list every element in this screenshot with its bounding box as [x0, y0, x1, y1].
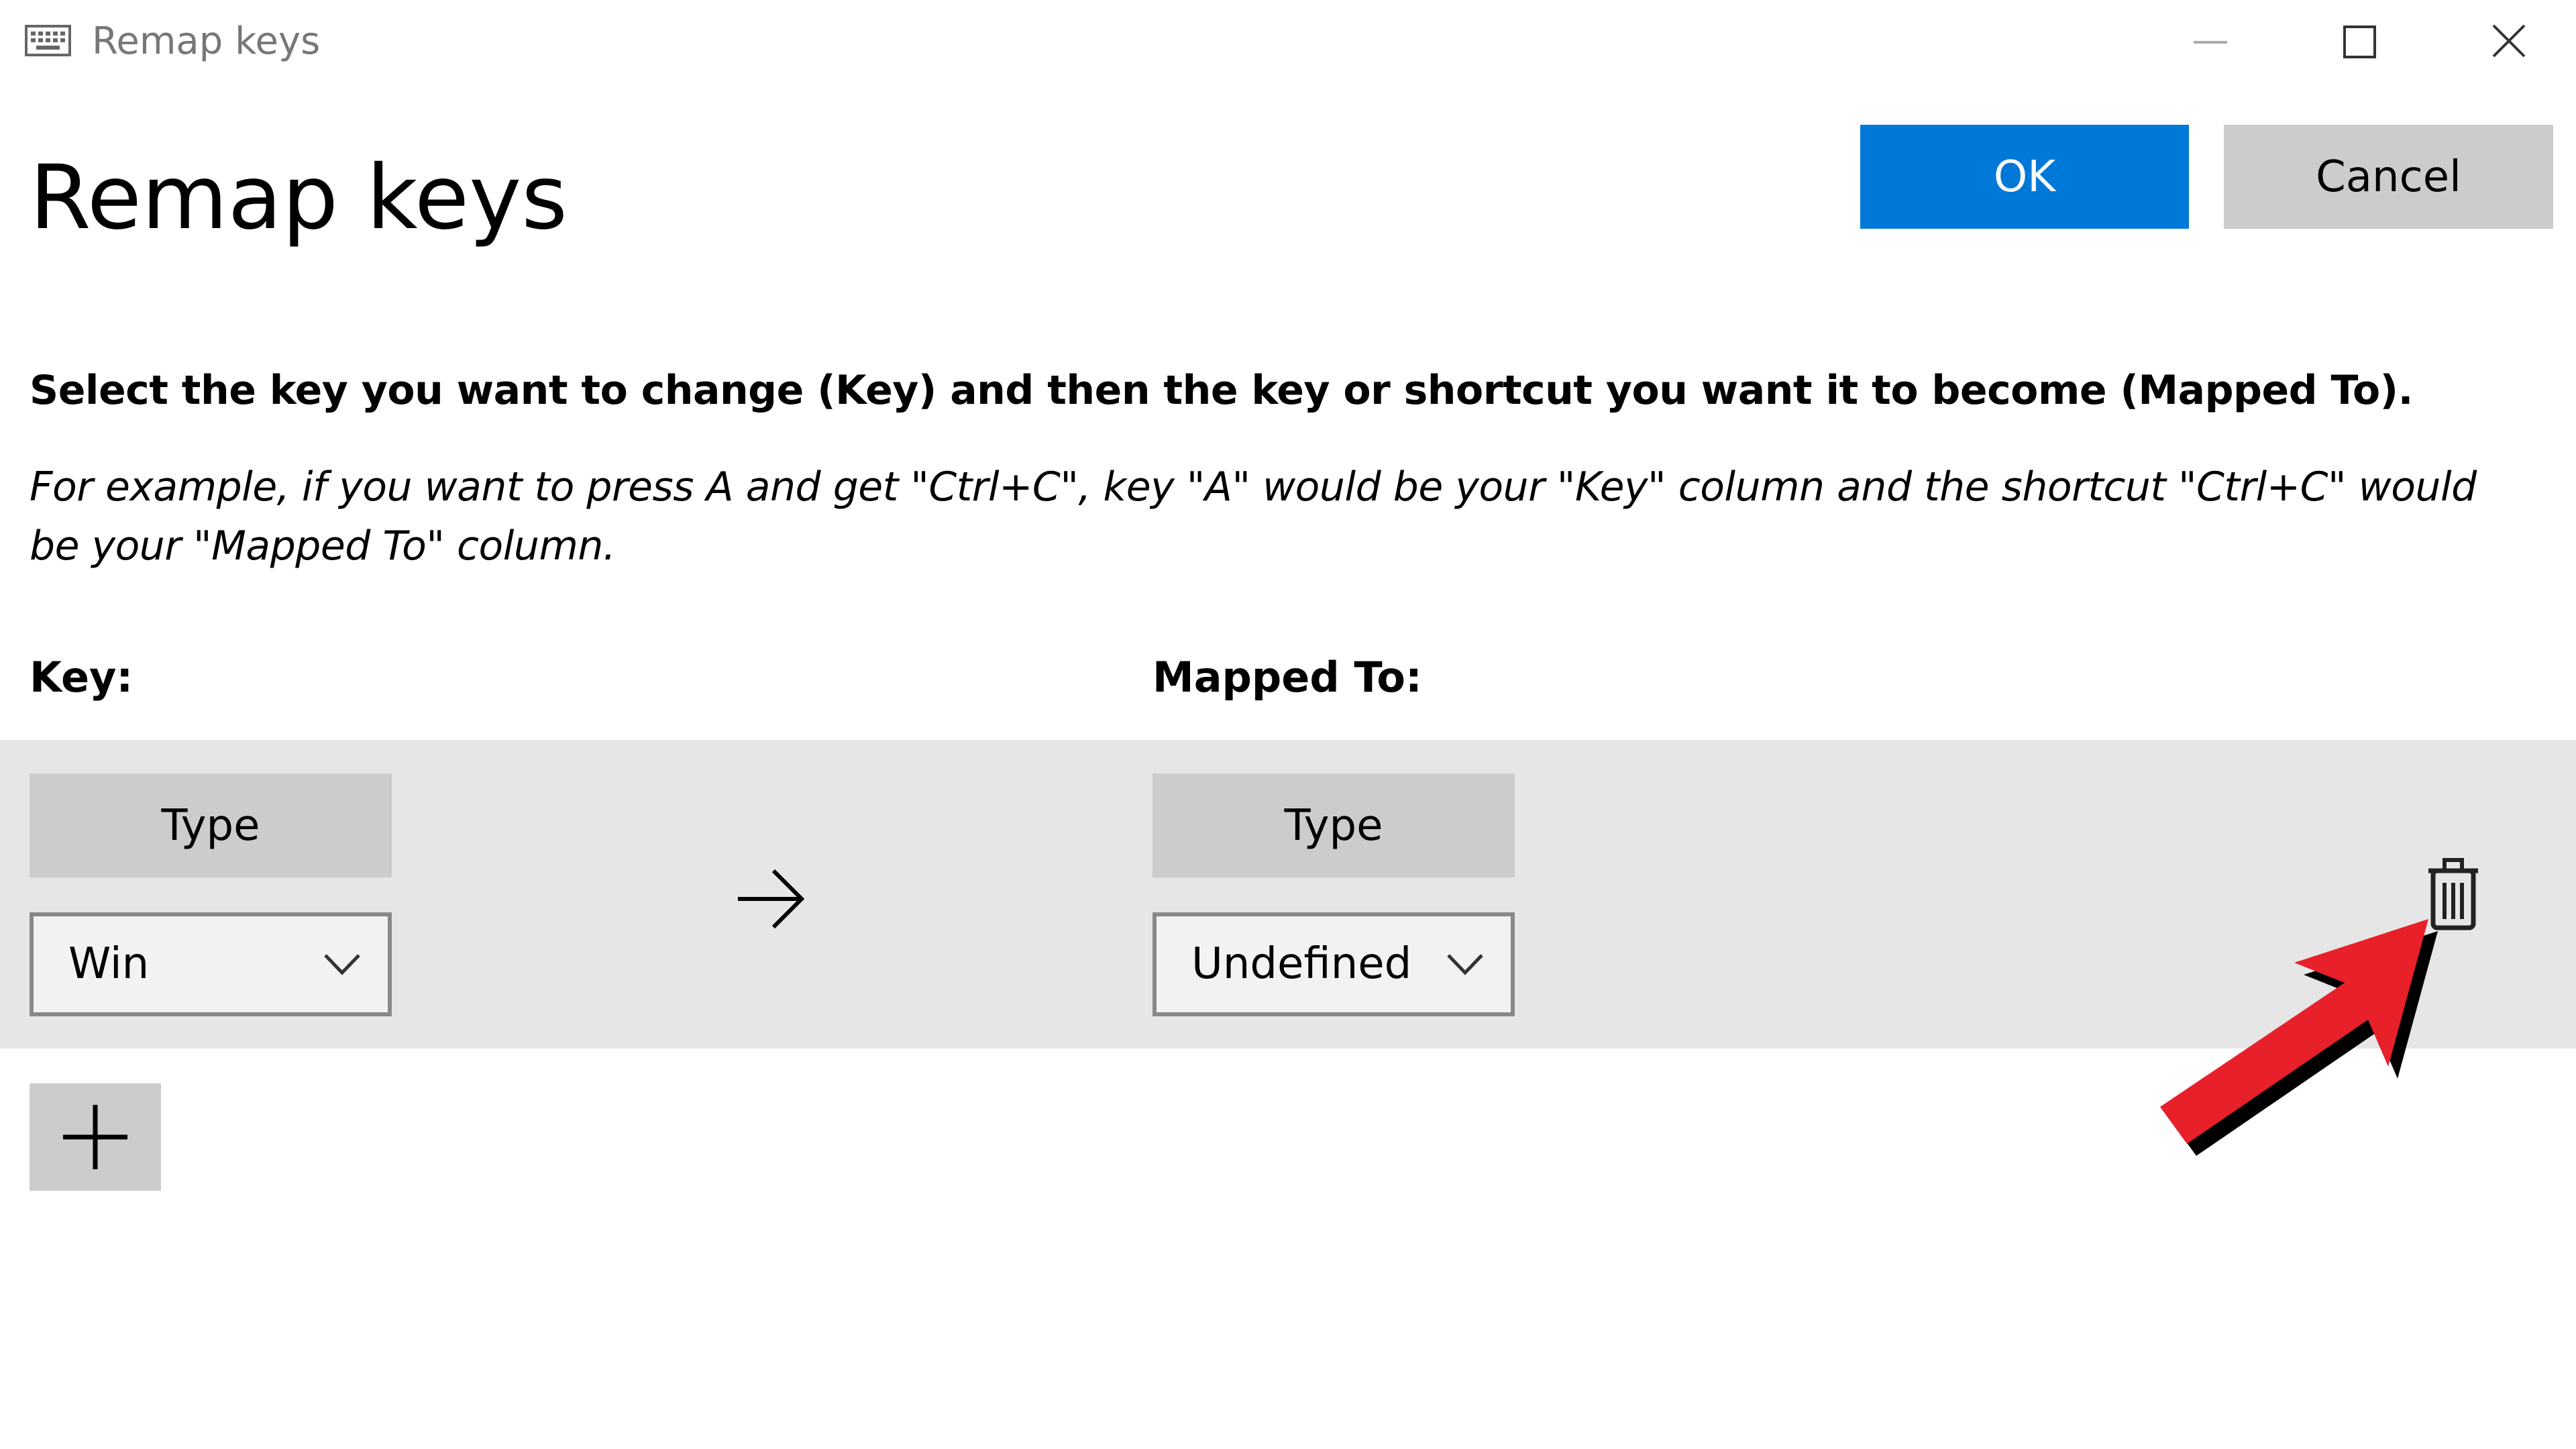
key-column-header: Key: [30, 653, 133, 702]
mapping-row: Type Win Type Undefined [0, 740, 2576, 1049]
instructions-text: Select the key you want to change (Key) … [30, 367, 2413, 414]
example-text: For example, if you want to press A and … [30, 464, 2477, 570]
mapped-type-button[interactable]: Type [1152, 773, 1515, 877]
key-dropdown[interactable]: Win [30, 912, 392, 1016]
right-arrow-icon [735, 865, 808, 932]
maximize-icon[interactable] [2321, 12, 2395, 72]
close-icon[interactable] [2472, 12, 2546, 72]
page-title: Remap keys [30, 146, 568, 250]
add-mapping-button[interactable] [30, 1083, 161, 1191]
mapped-to-column-header: Mapped To: [1152, 653, 1422, 702]
remap-keys-window: Remap keys Remap keys OK Cancel Select t… [0, 0, 2576, 1449]
key-dropdown-value: Win [68, 939, 150, 989]
plus-icon [63, 1105, 127, 1169]
mapped-dropdown-value: Undefined [1191, 939, 1412, 989]
mapped-dropdown[interactable]: Undefined [1152, 912, 1515, 1016]
minimize-icon[interactable] [2174, 12, 2247, 72]
chevron-down-icon [322, 947, 362, 981]
keyboard-icon [25, 25, 71, 56]
key-type-button[interactable]: Type [30, 773, 392, 877]
chevron-down-icon [1445, 947, 1485, 981]
cancel-button[interactable]: Cancel [2224, 125, 2553, 229]
ok-button[interactable]: OK [1860, 125, 2189, 229]
window-title: Remap keys [92, 19, 321, 63]
trash-icon[interactable] [2423, 857, 2483, 931]
